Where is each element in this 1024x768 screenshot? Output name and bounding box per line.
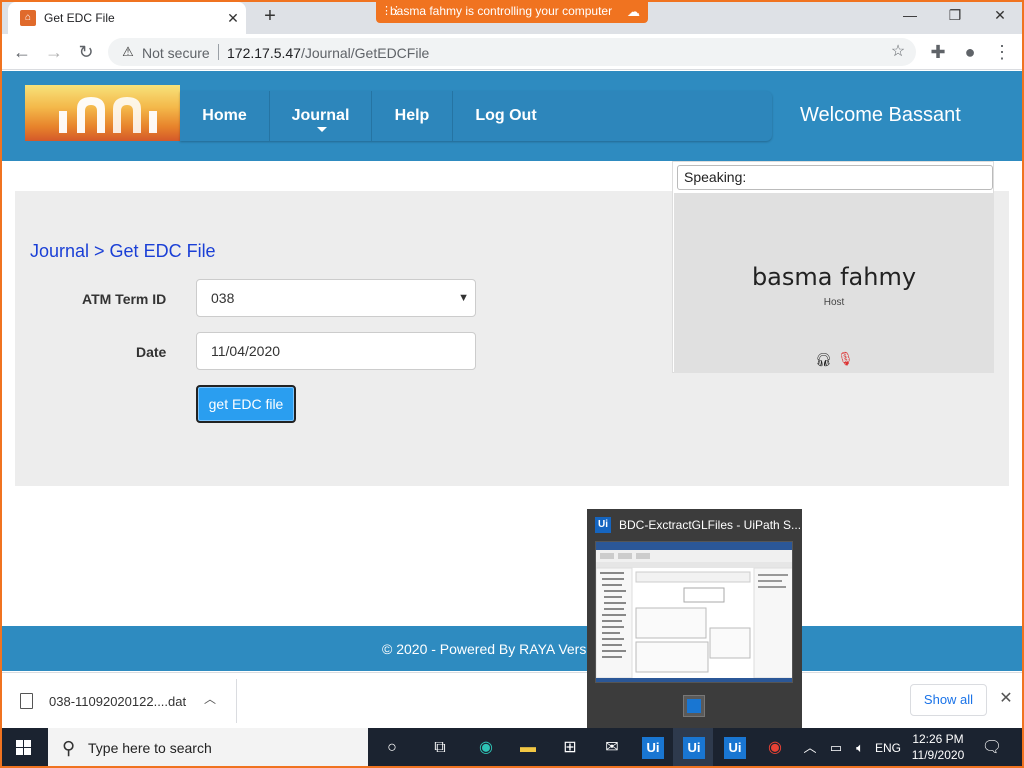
date-field[interactable]: 11/04/2020 (196, 332, 476, 370)
speaking-panel: Speaking: basma fahmy Host 🎧︎ 🎙︎ (672, 161, 994, 373)
windows-start-button[interactable] (0, 728, 48, 768)
address-bar[interactable]: ⚠ Not secure 172.17.5.47/Journal/GetEDCF… (108, 38, 916, 66)
windows-taskbar: ⚲ Type here to search ○ ⧉ ◉ ▬ ⊞ ✉ Ui Ui … (0, 728, 1024, 768)
file-explorer-icon[interactable]: ▬ (508, 728, 548, 768)
get-edc-file-button[interactable]: get EDC file (196, 385, 296, 423)
welcome-text: Welcome Bassant (800, 104, 961, 126)
mic-muted-icon: 🎙︎ (837, 351, 854, 366)
bank-logo[interactable] (25, 85, 180, 141)
nav-help[interactable]: Help (372, 91, 453, 141)
uipath-taskbar-icon-1[interactable]: Ui (632, 728, 672, 768)
download-item[interactable]: 038-11092020122....dat (49, 694, 186, 709)
uipath-taskbar-icon-3[interactable]: Ui (714, 728, 754, 768)
security-label[interactable]: Not secure (142, 45, 210, 61)
clock-date: 11/9/2020 (911, 748, 965, 762)
reload-icon[interactable]: ↻ (74, 40, 98, 64)
close-window-button[interactable]: ✕ (980, 4, 1020, 26)
language-indicator[interactable]: ENG (872, 728, 904, 768)
divider (236, 679, 237, 723)
participant-name: basma fahmy (751, 263, 917, 291)
divider (218, 44, 219, 60)
preview-title: BDC-ExctractGLFiles - UiPath S... (619, 518, 802, 532)
remote-control-banner[interactable]: ⋮⋮ basma fahmy is controlling your compu… (376, 0, 648, 23)
atm-term-id-value: 038 (211, 290, 235, 306)
tab-strip: ⌂ Get EDC File ✕ + ⋮⋮ basma fahmy is con… (0, 0, 1024, 34)
atm-term-id-select[interactable]: 038 ▼ (196, 279, 476, 317)
headphones-icon: 🎧︎ (815, 352, 832, 367)
nav-home[interactable]: Home (180, 91, 270, 141)
main-nav: Home Journal Help Log Out (180, 91, 772, 141)
url-path: /Journal/GetEDCFile (300, 45, 430, 61)
chrome-icon[interactable]: ◉ (755, 728, 795, 768)
browser-tab[interactable]: ⌂ Get EDC File ✕ (8, 2, 246, 34)
bank-logo-icon: ⌂ (20, 10, 36, 26)
close-icon[interactable]: ✕ (996, 689, 1016, 709)
participant-role: Host (823, 297, 845, 308)
remote-control-icon[interactable]: ☁ (627, 0, 640, 23)
remote-control-text: basma fahmy is controlling your computer (390, 4, 613, 18)
chevron-up-icon[interactable]: ︿ (204, 690, 216, 707)
taskbar-preview[interactable]: Ui BDC-ExctractGLFiles - UiPath S... (587, 509, 802, 728)
taskbar-search[interactable]: ⚲ Type here to search (48, 728, 368, 768)
back-icon[interactable]: ← (10, 40, 34, 64)
breadcrumb[interactable]: Journal > Get EDC File (30, 241, 216, 262)
site-footer: © 2020 - Powered By RAYA Vers (2, 626, 1022, 671)
forward-icon[interactable]: → (42, 40, 66, 64)
uipath-taskbar-icon-2[interactable]: Ui (673, 728, 713, 768)
microsoft-store-icon[interactable]: ⊞ (550, 728, 590, 768)
warning-icon[interactable]: ⚠ (120, 44, 136, 60)
menu-kebab-icon[interactable]: ⋮ (990, 40, 1014, 64)
uipath-label: Ui (724, 737, 746, 759)
bookmark-star-icon[interactable]: ☆ (888, 42, 908, 62)
cortana-icon[interactable]: ○ (372, 728, 412, 768)
participant-video: basma fahmy Host 🎧︎ 🎙︎ (674, 193, 994, 373)
task-view-icon[interactable]: ⧉ (420, 728, 460, 768)
maximize-button[interactable]: ❐ (935, 4, 975, 26)
browser-toolbar: ← → ↻ ⚠ Not secure 172.17.5.47/Journal/G… (0, 34, 1024, 70)
uipath-studio-icon[interactable] (683, 695, 705, 717)
search-icon: ⚲ (62, 738, 76, 758)
minimize-button[interactable]: — (890, 4, 930, 26)
volume-muted-icon[interactable]: 🔈︎ (848, 728, 872, 768)
footer-text: © 2020 - Powered By RAYA Vers (382, 641, 587, 657)
tab-title: Get EDC File (44, 11, 115, 25)
nav-logout[interactable]: Log Out (453, 91, 559, 141)
uipath-label: Ui (683, 737, 705, 759)
show-hidden-icons-chevron[interactable]: ︿ (800, 728, 820, 768)
taskbar-clock[interactable]: 12:26 PM 11/9/2020 (908, 731, 968, 763)
caret-down-icon (317, 127, 327, 132)
date-label: Date (136, 344, 167, 360)
chevron-down-icon: ▼ (458, 292, 469, 304)
show-all-button[interactable]: Show all (910, 684, 987, 716)
search-placeholder: Type here to search (88, 740, 212, 756)
close-tab-icon[interactable]: ✕ (222, 7, 244, 29)
edge-browser-icon[interactable]: ◉ (466, 728, 506, 768)
url-text[interactable]: 172.17.5.47/Journal/GetEDCFile (227, 45, 429, 61)
window-preview-image[interactable] (595, 541, 793, 683)
extensions-icon[interactable]: ✚ (926, 40, 950, 64)
network-icon[interactable]: ▭ (822, 728, 850, 768)
notification-center-icon[interactable]: 🗨︎ (980, 736, 1004, 760)
profile-avatar-icon[interactable]: ● (958, 40, 982, 64)
site-header: Home Journal Help Log Out Welcome Bassan… (2, 71, 1022, 161)
mail-icon[interactable]: ✉ (592, 728, 632, 768)
file-icon (20, 693, 33, 709)
speaking-label: Speaking: (677, 165, 993, 190)
download-shelf: 038-11092020122....dat ︿ Show all ✕ (0, 672, 1024, 728)
nav-journal[interactable]: Journal (270, 91, 372, 141)
atm-term-id-label: ATM Term ID (82, 291, 167, 307)
drag-handle-icon[interactable]: ⋮⋮ (381, 0, 402, 23)
uipath-icon: Ui (595, 517, 611, 533)
clock-time: 12:26 PM (912, 732, 964, 746)
new-tab-button[interactable]: + (258, 5, 282, 29)
uipath-label: Ui (642, 737, 664, 759)
url-host: 172.17.5.47 (227, 45, 301, 61)
